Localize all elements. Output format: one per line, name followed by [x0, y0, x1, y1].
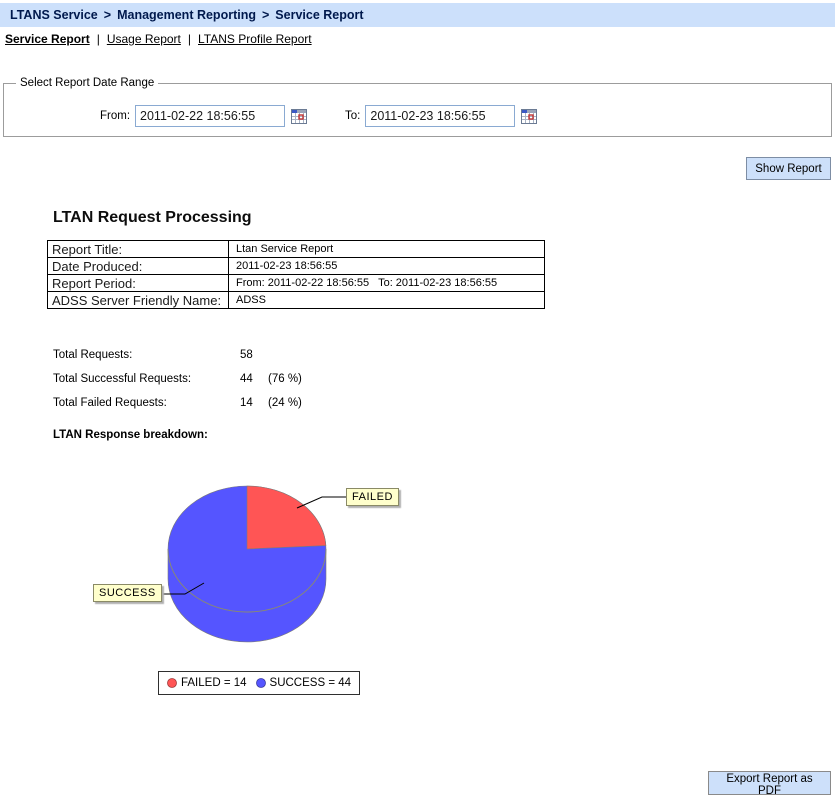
breadcrumb-item-management-reporting: Management Reporting: [117, 8, 256, 22]
legend-failed-text: FAILED = 14: [181, 677, 247, 689]
pie-callout-success: SUCCESS: [93, 584, 162, 602]
breadcrumb-item-service-report: Service Report: [275, 8, 364, 22]
table-row: Report Title: Ltan Service Report: [47, 240, 545, 258]
info-label: Report Period:: [47, 274, 229, 292]
to-date-input[interactable]: [365, 105, 516, 127]
legend-entry-failed: FAILED = 14: [167, 677, 247, 689]
pie-callout-failed: FAILED: [346, 488, 399, 506]
total-percent: (24 %): [268, 397, 302, 409]
show-report-button[interactable]: Show Report: [746, 157, 831, 180]
export-report-pdf-button[interactable]: Export Report as PDF: [708, 771, 831, 797]
service-report-page: LTANS Service > Management Reporting > S…: [0, 0, 835, 801]
total-value: 58: [240, 349, 253, 361]
date-range-row: From: To:: [100, 105, 823, 127]
report-tabs: Service Report | Usage Report | LTANS Pr…: [5, 32, 312, 46]
breakdown-label: LTAN Response breakdown:: [53, 429, 208, 441]
from-label: From:: [100, 110, 131, 122]
breadcrumb-separator: >: [261, 8, 270, 22]
tab-separator: |: [187, 32, 191, 46]
from-date-input[interactable]: [135, 105, 286, 127]
report-info-table: Report Title: Ltan Service Report Date P…: [47, 240, 545, 309]
pie-slice-failed[interactable]: [246, 485, 327, 550]
from-calendar-button[interactable]: [291, 108, 308, 124]
total-label: Total Successful Requests:: [53, 373, 192, 385]
total-successful-row: Total Successful Requests: 44 (76 %): [53, 373, 302, 385]
info-value: ADSS: [228, 291, 545, 309]
calendar-icon: [291, 108, 308, 124]
tab-separator: |: [96, 32, 100, 46]
total-value: 14: [240, 397, 253, 409]
info-value: Ltan Service Report: [228, 240, 545, 258]
table-row: Report Period: From: 2011-02-22 18:56:55…: [47, 274, 545, 292]
to-calendar-button[interactable]: [521, 108, 538, 124]
report-heading: LTAN Request Processing: [53, 209, 252, 226]
total-requests-row: Total Requests: 58: [53, 349, 302, 361]
date-range-fieldset: Select Report Date Range From: To:: [3, 77, 832, 137]
totals-section: Total Requests: 58 Total Successful Requ…: [53, 349, 302, 421]
legend-entry-success: SUCCESS = 44: [255, 677, 352, 689]
total-label: Total Requests:: [53, 349, 133, 361]
total-value: 44: [240, 373, 253, 385]
info-label: Date Produced:: [47, 257, 229, 275]
info-label: ADSS Server Friendly Name:: [47, 291, 229, 309]
info-label: Report Title:: [47, 240, 229, 258]
info-value: 2011-02-23 18:56:55: [228, 257, 545, 275]
table-row: ADSS Server Friendly Name: ADSS: [47, 291, 545, 309]
to-label: To:: [345, 110, 361, 122]
table-row: Date Produced: 2011-02-23 18:56:55: [47, 257, 545, 275]
legend-success-dot-icon: [255, 678, 266, 688]
breadcrumb-separator: >: [103, 8, 112, 22]
chart-legend: FAILED = 14 SUCCESS = 44: [158, 671, 361, 695]
calendar-icon: [521, 108, 538, 124]
tab-service-report[interactable]: Service Report: [5, 32, 90, 46]
tab-ltans-profile-report[interactable]: LTANS Profile Report: [198, 32, 312, 46]
total-label: Total Failed Requests:: [53, 397, 167, 409]
legend-failed-dot-icon: [167, 678, 177, 688]
info-value: From: 2011-02-22 18:56:55 To: 2011-02-23…: [228, 274, 545, 292]
legend-success-text: SUCCESS = 44: [269, 677, 352, 689]
breadcrumb: LTANS Service > Management Reporting > S…: [0, 3, 835, 27]
tab-usage-report[interactable]: Usage Report: [107, 32, 181, 46]
total-failed-row: Total Failed Requests: 14 (24 %): [53, 397, 302, 409]
date-range-legend: Select Report Date Range: [20, 77, 155, 89]
breadcrumb-item-service: LTANS Service: [10, 8, 98, 22]
total-percent: (76 %): [268, 373, 302, 385]
